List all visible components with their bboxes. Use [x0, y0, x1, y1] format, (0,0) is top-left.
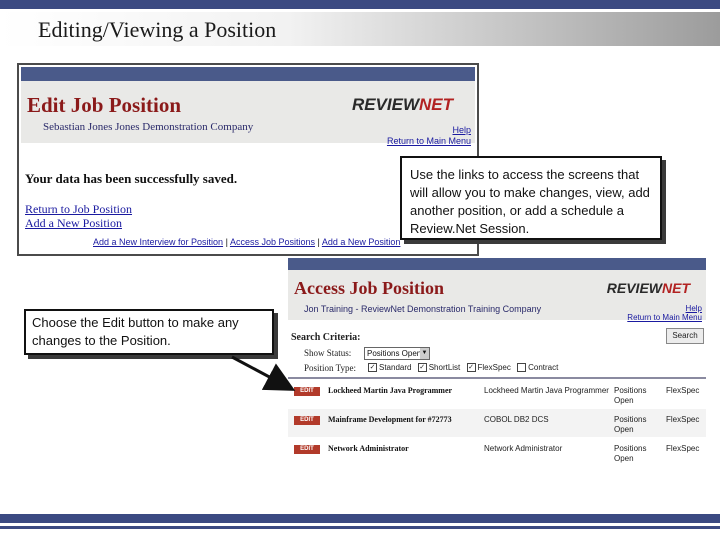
divider [288, 377, 706, 379]
add-position-footer-link[interactable]: Add a New Position [322, 237, 401, 247]
page-title: Edit Job Position [27, 93, 182, 117]
reviewnet-logo: REVIEWNET [351, 95, 453, 114]
saved-message: Your data has been successfully saved. [25, 171, 238, 186]
page-subtitle: Jon Training - ReviewNet Demonstration T… [304, 304, 542, 314]
standard-checkbox[interactable]: ✓ [368, 363, 377, 373]
page-subtitle: Sebastian Jones Jones Demonstration Comp… [43, 121, 254, 133]
position-status: Positions Open [614, 444, 647, 463]
page-title: Access Job Position [294, 278, 444, 298]
contract-checkbox[interactable] [517, 363, 527, 373]
return-to-job-position-link[interactable]: Return to Job Position [25, 202, 132, 217]
return-main-menu-link[interactable]: Return to Main Menu [627, 313, 702, 322]
page-header: Access Job Position Jon Training - Revie… [288, 270, 706, 322]
return-main-menu-link[interactable]: Return to Main Menu [387, 136, 471, 147]
shortlist-label: ShortList [428, 363, 461, 372]
nav-bar [21, 67, 475, 81]
position-name: Lockheed Martin Java Programmer [328, 386, 453, 395]
position-type-options: ✓ Standard ✓ ShortList ✓ FlexSpec Contract [364, 363, 559, 373]
table-row: EDIT Mainframe Development for #72773 CO… [288, 409, 706, 437]
bottom-accent-bar [0, 514, 720, 523]
footer-links: Add a New Interview for Position | Acces… [93, 237, 400, 247]
help-link[interactable]: Help [627, 304, 702, 313]
reviewnet-logo: REVIEWNET [606, 280, 690, 296]
slide-title: Editing/Viewing a Position [38, 17, 277, 42]
access-job-position-screenshot: Access Job Position Jon Training - Revie… [288, 258, 706, 476]
contract-label: Contract [528, 363, 559, 372]
nav-bar [288, 258, 706, 270]
position-status: Positions Open [614, 386, 647, 405]
flexspec-checkbox[interactable]: ✓ [466, 363, 476, 373]
header-links: Help Return to Main Menu [387, 125, 471, 147]
edit-button[interactable]: EDIT [294, 416, 320, 425]
search-button[interactable]: Search [666, 328, 704, 344]
position-name: Network Administrator [328, 444, 409, 453]
position-description: COBOL DB2 DCS [484, 415, 549, 424]
position-name: Mainframe Development for #72773 [328, 415, 452, 424]
link-separator: | [225, 237, 228, 247]
edit-button[interactable]: EDIT [294, 445, 320, 454]
table-row: EDIT Lockheed Martin Java Programmer Loc… [288, 380, 706, 408]
edit-callout: Choose the Edit button to make any chang… [24, 309, 274, 355]
table-row: EDIT Network Administrator Network Admin… [288, 438, 706, 466]
position-status: Positions Open [614, 415, 647, 434]
links-callout: Use the links to access the screens that… [400, 156, 662, 240]
standard-label: Standard [379, 363, 412, 372]
link-separator: | [317, 237, 320, 247]
access-job-positions-link[interactable]: Access Job Positions [230, 237, 315, 247]
position-type: FlexSpec [666, 444, 700, 453]
edit-button[interactable]: EDIT [294, 387, 320, 396]
search-criteria-label: Search Criteria: [291, 332, 361, 343]
chevron-down-icon: ▼ [420, 348, 429, 359]
shortlist-checkbox[interactable]: ✓ [417, 363, 427, 373]
position-type: FlexSpec [666, 415, 700, 424]
position-description: Lockheed Martin Java Programmer [484, 386, 609, 395]
add-interview-link[interactable]: Add a New Interview for Position [93, 237, 223, 247]
page-header: Edit Job Position Sebastian Jones Jones … [21, 81, 475, 146]
flexspec-label: FlexSpec [477, 363, 511, 372]
header-links: Help Return to Main Menu [627, 304, 702, 322]
position-type-label: Position Type: [304, 363, 356, 373]
help-link[interactable]: Help [387, 125, 471, 136]
position-description: Network Administrator [484, 444, 563, 453]
position-type: FlexSpec [666, 386, 700, 395]
bottom-accent-line [0, 526, 720, 529]
show-status-value: Positions Open [367, 349, 422, 358]
show-status-select[interactable]: Positions Open ▼ [364, 347, 430, 360]
top-accent-bar [0, 0, 720, 9]
add-new-position-link[interactable]: Add a New Position [25, 216, 122, 231]
show-status-label: Show Status: [304, 348, 352, 358]
